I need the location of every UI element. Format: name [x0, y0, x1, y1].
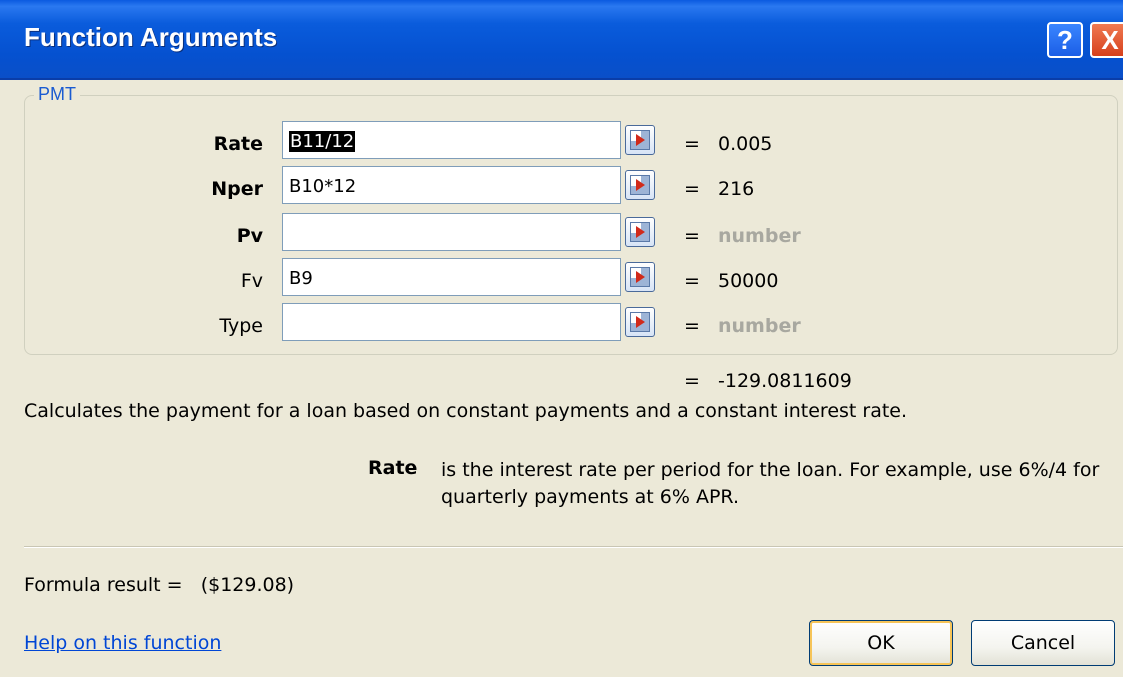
- pv-input[interactable]: [282, 213, 621, 251]
- ok-button[interactable]: OK: [809, 620, 953, 666]
- rate-evaluated-value: 0.005: [718, 133, 773, 155]
- window-title: Function Arguments: [24, 22, 278, 52]
- rate-input[interactable]: B11/12: [282, 121, 621, 159]
- function-arguments-dialog: Function Arguments ? X PMT Rate B11/12 =…: [0, 0, 1123, 677]
- pv-equals: =: [684, 225, 700, 247]
- pv-collapse-dialog-icon[interactable]: [625, 217, 655, 247]
- fv-input[interactable]: B9: [282, 258, 621, 296]
- divider: [24, 546, 1123, 548]
- arg-help-name: Rate: [368, 457, 418, 479]
- type-label: Type: [219, 315, 263, 337]
- nper-evaluated-value: 216: [718, 178, 755, 200]
- function-name-label: PMT: [34, 84, 80, 105]
- function-description: Calculates the payment for a loan based …: [24, 400, 908, 422]
- rate-collapse-dialog-icon[interactable]: [625, 125, 655, 155]
- close-icon[interactable]: X: [1090, 22, 1123, 58]
- arg-help-text: is the interest rate per period for the …: [441, 459, 1100, 508]
- title-bar[interactable]: Function Arguments ? X: [0, 0, 1123, 80]
- nper-collapse-dialog-icon[interactable]: [625, 170, 655, 200]
- formula-result: Formula result = ($129.08): [24, 574, 295, 596]
- nper-equals: =: [684, 178, 700, 200]
- rate-input-value: B11/12: [289, 131, 356, 152]
- fv-collapse-dialog-icon[interactable]: [625, 262, 655, 292]
- nper-input[interactable]: B10*12: [282, 166, 621, 204]
- help-icon[interactable]: ?: [1047, 22, 1083, 58]
- rate-equals: =: [684, 133, 700, 155]
- result-equals: =: [684, 370, 700, 392]
- type-collapse-dialog-icon[interactable]: [625, 307, 655, 337]
- cancel-button[interactable]: Cancel: [971, 620, 1115, 666]
- pv-evaluated-value: number: [718, 225, 801, 247]
- type-equals: =: [684, 315, 700, 337]
- fv-evaluated-value: 50000: [718, 270, 779, 292]
- pv-label: Pv: [236, 225, 263, 247]
- help-on-function-link[interactable]: Help on this function: [24, 632, 221, 654]
- fv-equals: =: [684, 270, 700, 292]
- nper-label: Nper: [211, 178, 263, 200]
- rate-label: Rate: [213, 133, 263, 155]
- result-value: -129.0811609: [718, 370, 852, 392]
- type-input[interactable]: [282, 303, 621, 341]
- type-evaluated-value: number: [718, 315, 801, 337]
- fv-label: Fv: [240, 270, 263, 292]
